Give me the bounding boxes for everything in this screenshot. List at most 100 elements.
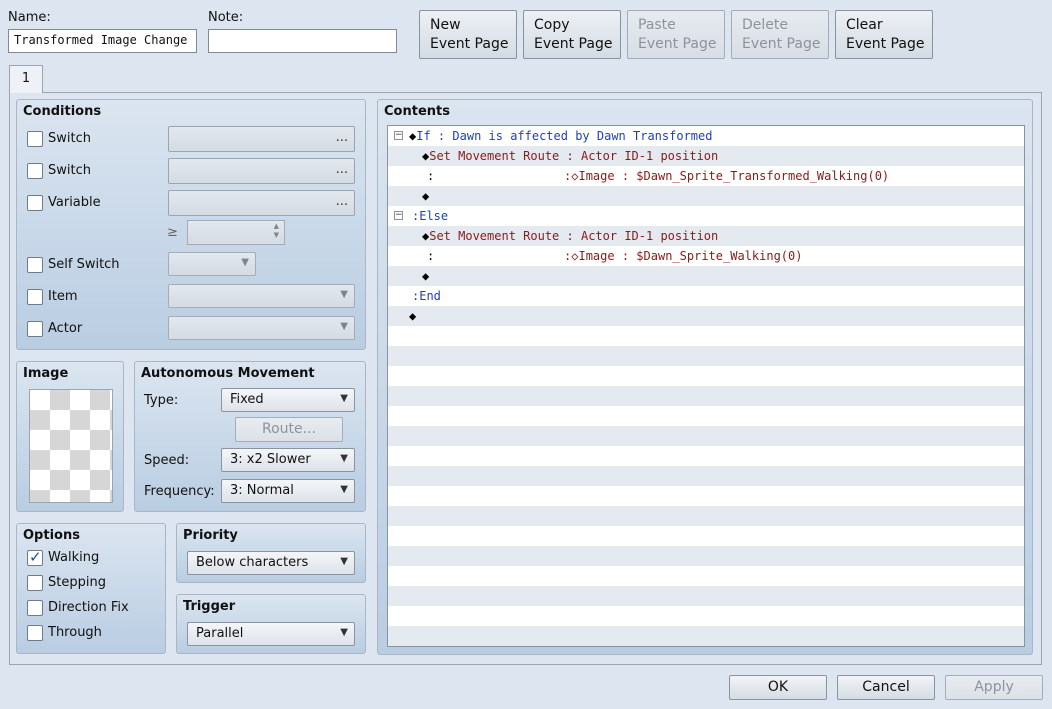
speed-select[interactable]: 3: x2 Slower ▼ xyxy=(221,448,355,472)
trigger-value: Parallel xyxy=(196,626,244,641)
command-line-set-route-1[interactable]: ◆Set Movement Route : Actor ID-1 positio… xyxy=(422,146,718,166)
paste-event-page-button[interactable]: Paste Event Page xyxy=(627,10,725,59)
stepping-checkbox[interactable] xyxy=(27,575,43,591)
name-input[interactable]: Transformed Image Change xyxy=(8,29,197,53)
route-image-detail-2: :◇Image : $Dawn_Sprite_Walking(0) xyxy=(564,246,802,266)
diamond-icon: ◆ xyxy=(422,189,430,203)
command-line-empty-3[interactable]: ◆ xyxy=(409,306,416,326)
switch1-checkbox[interactable] xyxy=(27,131,43,147)
delete-event-page-button[interactable]: Delete Event Page xyxy=(731,10,829,59)
variable-checkbox[interactable] xyxy=(27,195,43,211)
actor-select[interactable]: ▼ xyxy=(168,316,355,340)
if-condition-text: Dawn is affected by Dawn Transformed xyxy=(452,129,713,143)
note-label: Note: xyxy=(208,10,244,25)
if-keyword: If xyxy=(416,129,431,143)
options-title: Options xyxy=(23,528,80,543)
item-label: Item xyxy=(48,289,78,304)
command-line-end[interactable]: :End xyxy=(412,286,441,306)
set-route-target: Actor ID-1 position xyxy=(580,149,719,163)
clear-button-line1: Clear xyxy=(846,17,883,33)
image-keyword: Image xyxy=(578,169,615,183)
spinner-arrows-icon: ▲ ▼ xyxy=(273,222,279,239)
speed-label: Speed: xyxy=(144,453,190,468)
event-commands-list[interactable]: − ◆If : Dawn is affected by Dawn Transfo… xyxy=(387,125,1025,647)
new-event-page-button[interactable]: New Event Page xyxy=(419,10,517,59)
command-line-set-route-2[interactable]: ◆Set Movement Route : Actor ID-1 positio… xyxy=(422,226,718,246)
variable-dots: ... xyxy=(335,194,348,209)
image-group: Image xyxy=(16,361,124,512)
through-checkbox[interactable] xyxy=(27,625,43,641)
contents-group: Contents − ◆If : Dawn is affected by Daw… xyxy=(377,99,1033,655)
delete-button-line2: Event Page xyxy=(742,36,821,52)
note-input[interactable] xyxy=(208,29,397,53)
self-switch-select[interactable]: ▼ xyxy=(168,252,256,276)
route-button[interactable]: Route... xyxy=(235,417,343,442)
self-switch-checkbox[interactable] xyxy=(27,257,43,273)
type-value: Fixed xyxy=(230,392,264,407)
continuation-colon: : xyxy=(427,169,435,183)
ge-symbol: ≥ xyxy=(167,225,178,240)
switch2-selector[interactable]: ... xyxy=(168,158,355,184)
clear-button-line2: Event Page xyxy=(846,36,925,52)
continuation-colon: : xyxy=(427,249,435,263)
command-line-if[interactable]: ◆If : Dawn is affected by Dawn Transform… xyxy=(409,126,712,146)
switch2-checkbox[interactable] xyxy=(27,163,43,179)
variable-value-spinner[interactable]: ▲ ▼ xyxy=(187,220,285,245)
item-select[interactable]: ▼ xyxy=(168,284,355,308)
actor-checkbox[interactable] xyxy=(27,321,43,337)
command-line-empty-1[interactable]: ◆ xyxy=(422,186,429,206)
diamond-icon: ◆ xyxy=(409,309,417,323)
image-preview[interactable] xyxy=(29,389,113,503)
item-checkbox[interactable] xyxy=(27,289,43,305)
command-line-empty-2[interactable]: ◆ xyxy=(422,266,429,286)
copy-button-line1: Copy xyxy=(534,17,570,33)
frequency-select[interactable]: 3: Normal ▼ xyxy=(221,479,355,503)
switch1-selector[interactable]: ... xyxy=(168,126,355,152)
through-label: Through xyxy=(48,625,102,640)
image-separator: : xyxy=(621,249,630,263)
tab-page-1[interactable]: 1 xyxy=(9,65,43,93)
chevron-down-icon: ▼ xyxy=(241,257,249,268)
set-route-separator: : xyxy=(566,229,574,243)
trigger-group: Trigger Parallel ▼ xyxy=(176,594,366,654)
new-button-line2: Event Page xyxy=(430,36,509,52)
switch1-dots: ... xyxy=(335,130,348,145)
command-line-else[interactable]: :Else xyxy=(412,206,448,226)
collapse-icon[interactable]: − xyxy=(394,131,403,140)
paste-button-line2: Event Page xyxy=(638,36,717,52)
stepping-label: Stepping xyxy=(48,575,106,590)
ok-button[interactable]: OK xyxy=(729,675,827,700)
collapse-icon[interactable]: − xyxy=(394,211,403,220)
walking-checkbox[interactable] xyxy=(27,548,43,566)
apply-button[interactable]: Apply xyxy=(945,675,1043,700)
conditions-group: Conditions Switch ... Switch ... Variabl… xyxy=(16,99,366,350)
end-keyword: End xyxy=(419,289,441,303)
frequency-label: Frequency: xyxy=(144,484,215,499)
diamond-icon: ◆ xyxy=(422,269,430,283)
direction-fix-label: Direction Fix xyxy=(48,600,129,615)
route-image-detail-1: :◇Image : $Dawn_Sprite_Transformed_Walki… xyxy=(564,166,889,186)
trigger-select[interactable]: Parallel ▼ xyxy=(187,622,355,646)
chevron-down-icon: ▼ xyxy=(340,484,348,495)
command-line-route-image-1[interactable]: : xyxy=(427,166,434,186)
variable-selector[interactable]: ... xyxy=(168,190,355,216)
switch2-dots: ... xyxy=(335,162,348,177)
image-separator: : xyxy=(621,169,630,183)
copy-event-page-button[interactable]: Copy Event Page xyxy=(523,10,621,59)
variable-label: Variable xyxy=(48,195,101,210)
priority-value: Below characters xyxy=(196,555,309,570)
else-keyword: Else xyxy=(419,209,449,223)
clear-event-page-button[interactable]: Clear Event Page xyxy=(835,10,933,59)
delete-button-line1: Delete xyxy=(742,17,788,33)
autonomous-movement-title: Autonomous Movement xyxy=(141,366,315,381)
new-button-line1: New xyxy=(430,17,461,33)
chevron-down-icon: ▼ xyxy=(340,321,348,332)
type-select[interactable]: Fixed ▼ xyxy=(221,388,355,412)
chevron-down-icon: ▼ xyxy=(340,556,348,567)
chevron-down-icon: ▼ xyxy=(340,289,348,300)
priority-select[interactable]: Below characters ▼ xyxy=(187,551,355,575)
set-route-separator: : xyxy=(566,149,574,163)
command-line-route-image-2[interactable]: : xyxy=(427,246,434,266)
cancel-button[interactable]: Cancel xyxy=(837,675,935,700)
direction-fix-checkbox[interactable] xyxy=(27,600,43,616)
